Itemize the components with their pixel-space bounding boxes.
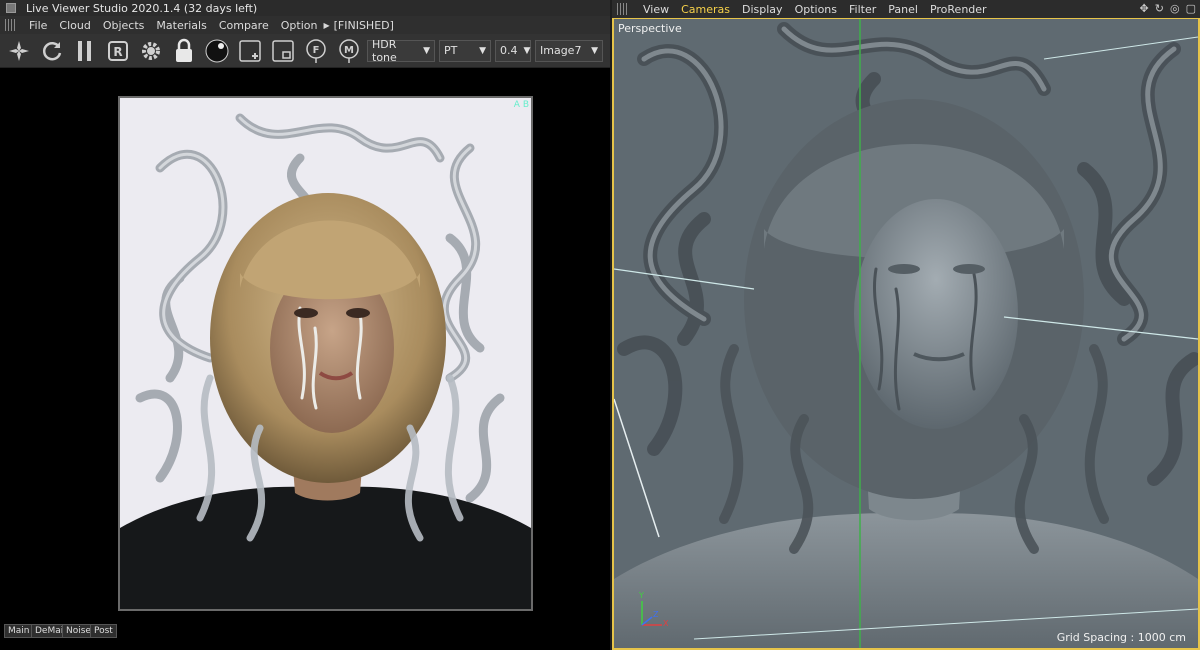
value-select-value: 0.4 [500,44,518,57]
menu-cloud[interactable]: Cloud [53,19,96,32]
camera-label: Perspective [618,22,682,35]
value-select[interactable]: 0.4 ▼ [495,39,531,62]
refresh-icon[interactable] [37,36,67,66]
chevron-down-icon: ▼ [479,45,486,56]
tone-select-value: HDR tone [372,37,397,64]
rotate-icon[interactable]: ↻ [1155,2,1164,15]
marker-pin-icon[interactable]: M [334,36,364,66]
play-arrow-icon: ▶ [323,20,330,30]
ab-compare-label[interactable]: A B [514,100,529,110]
menu-options[interactable]: Options [789,3,843,16]
svg-text:R: R [113,45,122,59]
window-title: Live Viewer Studio 2020.1.4 (32 days lef… [26,1,258,15]
menu-objects[interactable]: Objects [97,19,151,32]
tab-main[interactable]: Main [4,624,34,638]
render-canvas[interactable]: A B [0,68,610,622]
menu-filter[interactable]: Filter [843,3,882,16]
chevron-down-icon: ▼ [591,45,598,56]
axis-y-label: Y [639,591,644,600]
menu-prorender[interactable]: ProRender [924,3,993,16]
move-icon[interactable]: ✥ [1140,2,1149,15]
render-status: [FINISHED] [333,18,394,32]
axis-gizmo: Y X Z [632,591,672,636]
maximize-icon[interactable]: ▢ [1186,2,1196,15]
viewport-nav-controls: ✥ ↻ ◎ ▢ [1140,2,1196,15]
menu-option[interactable]: Option [275,19,324,32]
menu-file[interactable]: File [23,19,53,32]
region-icon[interactable]: R [103,36,133,66]
pause-icon[interactable] [70,36,100,66]
menu-panel[interactable]: Panel [882,3,924,16]
image-select-value: Image7 [540,44,582,57]
menu-compare[interactable]: Compare [213,19,275,32]
zoom-icon[interactable]: ◎ [1170,2,1180,15]
chevron-down-icon: ▼ [523,45,531,56]
perspective-viewport[interactable]: Perspective Y X Z Grid Spacing : 1000 cm [612,18,1200,650]
axis-x-label: X [663,619,669,628]
add-region-icon[interactable] [235,36,265,66]
viewport-scene [614,19,1198,648]
material-ball-icon[interactable] [202,36,232,66]
menu-view[interactable]: View [637,3,675,16]
live-viewer-window: Live Viewer Studio 2020.1.4 (32 days lef… [0,0,610,650]
viewport-panel: View Cameras Display Options Filter Pane… [612,0,1200,650]
tab-post[interactable]: Post [90,624,117,638]
kernel-select[interactable]: PT ▼ [439,39,491,62]
live-viewer-toolbar: R F M HDR tone ▼ PT ▼ 0.4 ▼ Image7 ▼ [0,34,610,68]
image-select[interactable]: Image7 ▼ [535,39,603,62]
nav-icon[interactable] [4,36,34,66]
axis-z-label: Z [653,610,659,619]
rendered-portrait [120,98,531,609]
svg-text:F: F [313,45,320,56]
title-bar: Live Viewer Studio 2020.1.4 (32 days lef… [0,0,610,16]
grip-icon[interactable] [5,19,17,31]
lock-icon[interactable] [169,36,199,66]
kernel-select-value: PT [444,44,458,57]
settings-icon[interactable] [136,36,166,66]
film-pin-icon[interactable]: F [301,36,331,66]
grip-icon[interactable] [617,3,629,15]
focus-icon[interactable] [268,36,298,66]
viewport-menu-bar: View Cameras Display Options Filter Pane… [612,0,1200,18]
grid-spacing-readout: Grid Spacing : 1000 cm [1056,631,1186,644]
window-icon [6,3,16,13]
pass-tabs-bar: Main DeMain Noise Post [0,622,610,650]
svg-text:M: M [344,45,354,56]
live-viewer-menu-bar: File Cloud Objects Materials Compare Opt… [0,16,610,34]
render-image[interactable]: A B [118,96,533,611]
menu-materials[interactable]: Materials [150,19,212,32]
tone-select[interactable]: HDR tone ▼ [367,37,435,64]
menu-display[interactable]: Display [736,3,789,16]
menu-cameras[interactable]: Cameras [675,3,736,16]
chevron-down-icon: ▼ [423,45,430,56]
